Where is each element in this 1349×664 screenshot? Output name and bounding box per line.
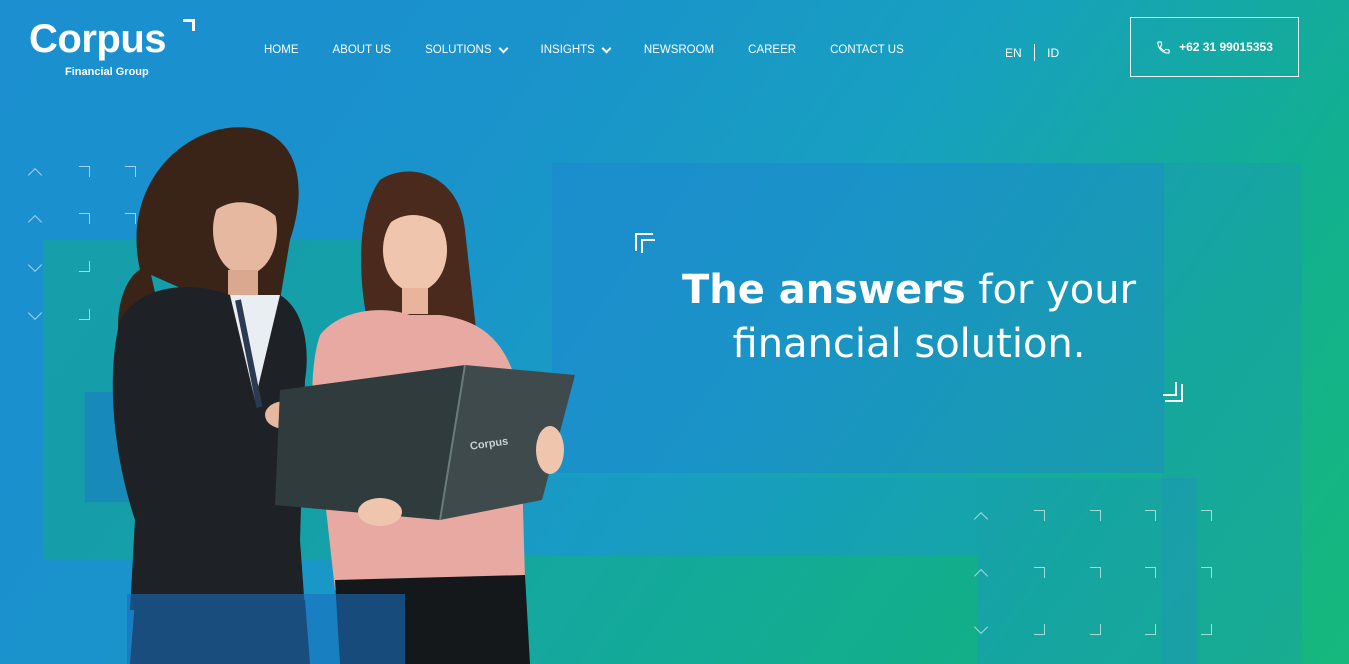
brand-name: Corpus xyxy=(29,17,167,61)
corner-icon xyxy=(1034,624,1045,635)
nav-item-solutions[interactable]: SOLUTIONS xyxy=(425,43,508,56)
hero-regular-text: for your xyxy=(965,267,1137,313)
corner-icon xyxy=(1034,510,1045,521)
corner-icon xyxy=(1034,567,1045,578)
corner-icon xyxy=(1090,624,1101,635)
phone-button[interactable]: +62 31 99015353 xyxy=(1130,17,1299,77)
nav-label: SOLUTIONS xyxy=(425,44,492,56)
nav-label: HOME xyxy=(264,44,299,56)
lang-id[interactable]: ID xyxy=(1047,46,1059,60)
nav-item-contact-us[interactable]: CONTACT US xyxy=(830,44,904,56)
nav-label: ABOUT US xyxy=(332,44,392,56)
brand-subtitle: Financial Group xyxy=(65,66,149,78)
corner-icon xyxy=(1090,510,1101,521)
corner-icon xyxy=(1201,510,1212,521)
hero-headline-line1: The answers for your xyxy=(552,266,1266,314)
phone-number: +62 31 99015353 xyxy=(1179,40,1273,54)
bracket-top-left-icon xyxy=(635,233,655,253)
logo-corner-icon xyxy=(183,19,195,31)
chevron-up-icon xyxy=(27,167,43,183)
corner-icon xyxy=(1090,567,1101,578)
decor-panel-bottom xyxy=(515,478,977,556)
hero-bold-text: The answers xyxy=(681,267,966,313)
corner-icon xyxy=(1145,567,1156,578)
lang-en[interactable]: EN xyxy=(1005,46,1022,60)
nav-label: INSIGHTS xyxy=(540,44,595,56)
nav-label: NEWSROOM xyxy=(643,44,715,56)
phone-icon xyxy=(1157,40,1170,54)
nav-label: CAREER xyxy=(748,44,797,56)
nav-item-about-us[interactable]: ABOUT US xyxy=(333,44,392,56)
decor-panel-bottom-right xyxy=(977,478,1197,664)
nav-item-career[interactable]: CAREER xyxy=(748,44,796,56)
nav-item-insights[interactable]: INSIGHTS xyxy=(540,43,612,56)
corner-icon xyxy=(1201,624,1212,635)
bracket-bottom-right-icon xyxy=(1163,382,1183,402)
chevron-down-icon xyxy=(498,43,508,53)
chevron-down-icon xyxy=(601,43,612,53)
language-switcher: EN ID xyxy=(1005,44,1059,61)
chevron-up-icon xyxy=(27,214,43,230)
decor-panel-foot xyxy=(127,594,405,664)
corner-icon xyxy=(1145,624,1156,635)
nav-item-newsroom[interactable]: NEWSROOM xyxy=(644,44,714,56)
lang-divider xyxy=(1033,44,1036,61)
chevron-down-icon xyxy=(27,305,43,321)
nav-label: CONTACT US xyxy=(830,44,904,56)
hero-people-image: Corpus xyxy=(112,127,575,664)
hero-headline-line2: financial solution. xyxy=(732,321,1086,367)
chevron-down-icon xyxy=(27,257,43,273)
corner-icon xyxy=(1145,510,1156,521)
decor-panel-bottom-green xyxy=(515,556,977,664)
corner-icon xyxy=(1201,567,1212,578)
decor-panel-center xyxy=(552,163,1164,473)
nav-item-home[interactable]: HOME xyxy=(264,44,299,56)
main-nav: HOME ABOUT US SOLUTIONS INSIGHTS NEWSROO… xyxy=(264,43,904,56)
brand-logo[interactable]: Corpus Financial Group xyxy=(29,17,195,78)
